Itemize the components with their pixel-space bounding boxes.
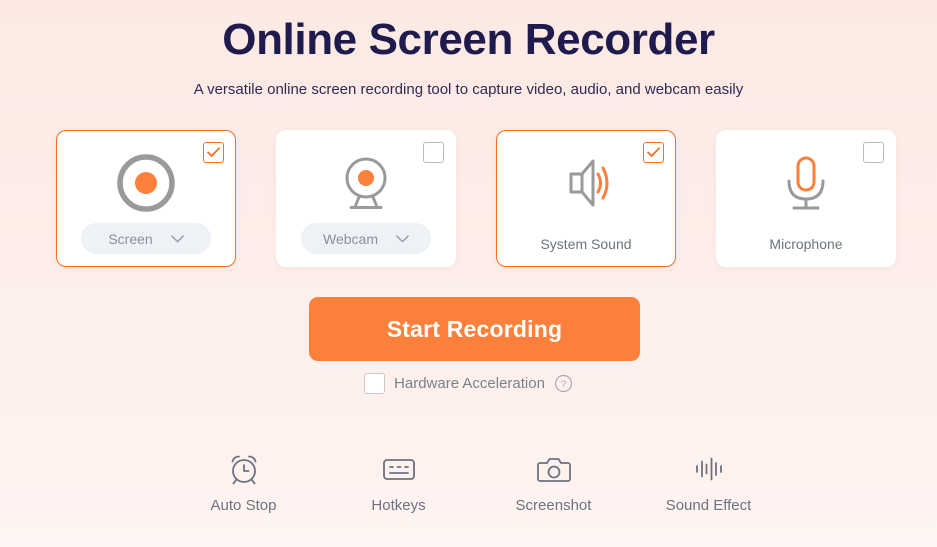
- screen-source-dropdown[interactable]: Screen: [81, 223, 211, 254]
- screen-dropdown-value: Screen: [108, 230, 153, 247]
- hardware-acceleration-checkbox[interactable]: [364, 373, 386, 394]
- page-subtitle: A versatile online screen recording tool…: [193, 81, 744, 98]
- toolbar-item-screenshot[interactable]: Screenshot: [476, 452, 631, 514]
- start-recording-button[interactable]: Start Recording: [309, 297, 640, 361]
- alarm-clock-icon: [227, 452, 261, 486]
- chevron-down-icon: [396, 234, 409, 242]
- record-circle-icon: [57, 151, 235, 215]
- source-card-microphone[interactable]: Microphone: [716, 130, 896, 267]
- toolbar-item-auto-stop[interactable]: Auto Stop: [166, 452, 321, 514]
- svg-text:?: ?: [561, 379, 567, 390]
- toolbar-label-sound-effect: Sound Effect: [665, 497, 752, 514]
- question-mark-circle-icon[interactable]: ?: [554, 374, 573, 393]
- waveform-icon: [692, 452, 726, 486]
- microphone-icon: [717, 151, 895, 215]
- speaker-icon: [497, 151, 675, 215]
- chevron-down-icon: [170, 234, 184, 242]
- webcam-icon: [277, 151, 455, 215]
- toolbar-item-hotkeys[interactable]: Hotkeys: [321, 452, 476, 514]
- toolbar-label-hotkeys: Hotkeys: [371, 497, 426, 514]
- source-cards: Screen Webcam System Sound Microphone: [56, 130, 896, 267]
- system-sound-label: System Sound: [540, 236, 632, 252]
- page-title: Online Screen Recorder: [222, 15, 715, 64]
- source-card-webcam[interactable]: Webcam: [276, 130, 456, 267]
- toolbar-item-sound-effect[interactable]: Sound Effect: [631, 452, 786, 514]
- hardware-acceleration-label: Hardware Acceleration: [394, 375, 545, 392]
- online-screen-recorder-page: Online Screen Recorder A versatile onlin…: [0, 0, 937, 547]
- source-card-screen[interactable]: Screen: [56, 130, 236, 267]
- camera-icon: [536, 452, 571, 486]
- toolbar-label-screenshot: Screenshot: [515, 497, 592, 514]
- webcam-dropdown-value: Webcam: [323, 230, 378, 247]
- hardware-acceleration-row: Hardware Acceleration ?: [0, 373, 937, 394]
- keyboard-icon: [382, 452, 416, 486]
- toolbar-label-auto-stop: Auto Stop: [210, 497, 277, 514]
- webcam-source-dropdown[interactable]: Webcam: [301, 223, 431, 254]
- source-card-system-sound[interactable]: System Sound: [496, 130, 676, 267]
- microphone-label: Microphone: [769, 236, 843, 252]
- bottom-toolbar: Auto Stop Hotkeys Screenshot Sound Effec…: [166, 452, 786, 514]
